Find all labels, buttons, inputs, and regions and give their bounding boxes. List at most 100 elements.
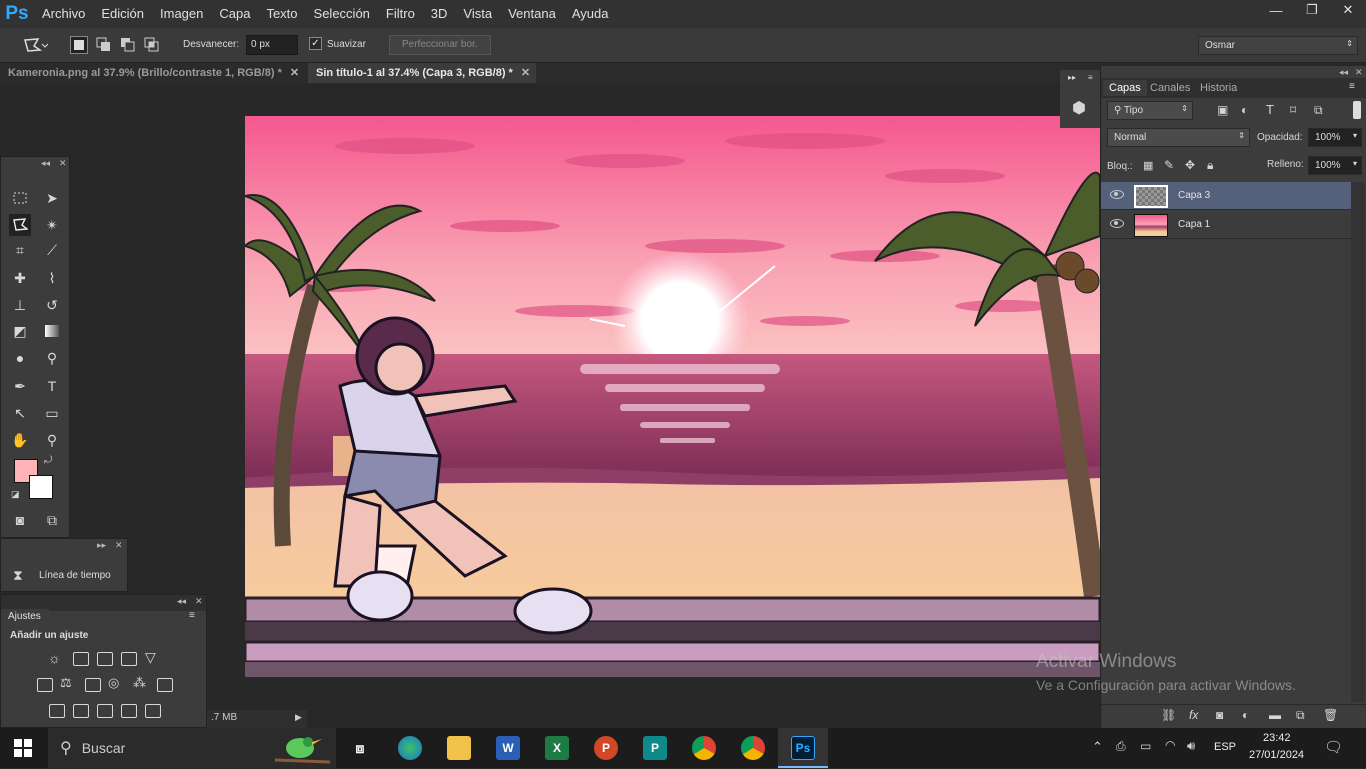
new-layer-icon[interactable]: ⧉ xyxy=(1296,708,1305,723)
minimize-button[interactable]: — xyxy=(1258,0,1294,20)
collapse-icon[interactable]: ◂◂ xyxy=(177,596,186,607)
maximize-button[interactable]: ❐ xyxy=(1294,0,1330,20)
new-group-icon[interactable]: ▬ xyxy=(1269,708,1281,722)
brightness-icon[interactable]: ☼ xyxy=(48,650,61,666)
layers-scrollbar[interactable] xyxy=(1351,182,1365,702)
menu-capa[interactable]: Capa xyxy=(211,0,258,28)
status-arrow-icon[interactable]: ▶ xyxy=(295,712,302,723)
color-balance-icon[interactable]: ⚖ xyxy=(60,675,72,691)
expand-icon[interactable]: ▸▸ xyxy=(1068,73,1076,82)
layer-filter-dropdown[interactable]: ⚲ Tipo ⇕ xyxy=(1107,101,1193,120)
brush-tool-icon[interactable]: ⌇ xyxy=(41,267,63,289)
delete-layer-icon[interactable]: 🗑︎ xyxy=(1323,708,1338,722)
menu-filtro[interactable]: Filtro xyxy=(378,0,423,28)
channel-mixer-icon[interactable]: ⁂ xyxy=(133,675,146,691)
close-icon[interactable]: ✕ xyxy=(59,158,67,169)
close-icon[interactable]: ✕ xyxy=(1355,67,1363,78)
hue-saturation-icon[interactable] xyxy=(37,678,53,692)
adjustment-filter-icon[interactable]: ◐ xyxy=(1241,103,1248,117)
exposure-icon[interactable] xyxy=(121,652,137,666)
swap-colors-icon[interactable]: ⤾ xyxy=(44,455,52,466)
visibility-eye-icon[interactable] xyxy=(1110,190,1124,199)
selective-color-icon[interactable] xyxy=(121,704,137,718)
shape-filter-icon[interactable]: ⌑ xyxy=(1290,103,1296,117)
meet-now-icon[interactable]: ⎙ xyxy=(1116,739,1126,754)
excel-icon[interactable]: X xyxy=(545,736,569,760)
levels-icon[interactable] xyxy=(73,652,89,666)
feather-input[interactable]: 0 px xyxy=(246,35,298,55)
smart-object-filter-icon[interactable]: ⧉ xyxy=(1314,103,1323,118)
chrome-icon[interactable] xyxy=(692,736,716,760)
word-icon[interactable]: W xyxy=(496,736,520,760)
volume-icon[interactable]: 🔊︎ xyxy=(1187,738,1195,754)
taskbar-search[interactable]: ⚲ Buscar xyxy=(48,728,336,768)
collapse-icon[interactable]: ◂◂ xyxy=(41,158,50,169)
workspace-dropdown[interactable]: Osmar ⇕ xyxy=(1198,36,1358,55)
threshold-icon[interactable] xyxy=(97,704,113,718)
tab-sin-titulo[interactable]: Sin título-1 al 37.4% (Capa 3, RGB/8) * ✕ xyxy=(308,63,536,83)
collapse-icon[interactable]: ▸▸ xyxy=(97,540,106,551)
clock-time[interactable]: 23:42 xyxy=(1263,732,1291,744)
gradient-tool-icon[interactable] xyxy=(41,320,63,342)
powerpoint-icon[interactable]: P xyxy=(594,736,618,760)
smooth-checkbox[interactable]: ✓ xyxy=(309,37,322,50)
black-white-icon[interactable] xyxy=(85,678,101,692)
layer-row-capa-3[interactable]: Capa 3 xyxy=(1101,182,1351,210)
new-selection-icon[interactable] xyxy=(70,36,88,54)
collapse-icon[interactable]: ◂◂ xyxy=(1339,67,1348,78)
healing-brush-icon[interactable]: ✚ xyxy=(9,267,31,289)
hand-tool-icon[interactable]: ✋ xyxy=(9,429,31,451)
close-icon[interactable]: ✕ xyxy=(290,67,299,79)
timeline-label[interactable]: Línea de tiempo xyxy=(39,570,111,581)
edge-icon[interactable] xyxy=(398,736,422,760)
tab-historia[interactable]: Historia xyxy=(1194,80,1243,96)
type-tool-icon[interactable]: T xyxy=(41,375,63,397)
layer-row-capa-1[interactable]: Capa 1 xyxy=(1101,211,1351,239)
close-button[interactable]: ✕ xyxy=(1330,0,1366,20)
eyedropper-icon[interactable]: ⟋ xyxy=(41,239,63,261)
refine-edge-button[interactable]: Perfeccionar bor. xyxy=(389,35,491,55)
eraser-icon[interactable]: ◩ xyxy=(9,320,31,342)
quick-mask-icon[interactable]: ◙ xyxy=(9,509,31,531)
show-hidden-icons[interactable]: ⌃ xyxy=(1092,739,1103,755)
curves-icon[interactable] xyxy=(97,652,113,666)
menu-ayuda[interactable]: Ayuda xyxy=(564,0,617,28)
task-view-icon[interactable]: ⧈ xyxy=(348,736,372,760)
lock-transparency-icon[interactable]: ▦ xyxy=(1143,159,1153,172)
pen-tool-icon[interactable]: ✒ xyxy=(9,375,31,397)
lock-position-icon[interactable]: ✥ xyxy=(1185,158,1195,172)
path-selection-icon[interactable]: ↖ xyxy=(9,402,31,424)
crop-tool-icon[interactable]: ⌗ xyxy=(9,239,31,261)
intersect-selection-icon[interactable] xyxy=(143,36,161,54)
link-layers-icon[interactable]: ⛓ xyxy=(1161,708,1176,722)
notifications-icon[interactable]: 🗨︎ xyxy=(1324,738,1343,756)
close-icon[interactable]: ✕ xyxy=(195,596,203,607)
chrome-profile-icon[interactable] xyxy=(741,736,765,760)
blend-mode-dropdown[interactable]: Normal ⇕ xyxy=(1107,128,1250,147)
tab-canales[interactable]: Canales xyxy=(1144,80,1196,96)
menu-seleccion[interactable]: Selección xyxy=(306,0,378,28)
menu-edicion[interactable]: Edición xyxy=(93,0,152,28)
menu-icon[interactable]: ≡ xyxy=(1088,73,1093,82)
windows-start-icon[interactable] xyxy=(14,739,32,757)
opacity-input[interactable]: 100% ▾ xyxy=(1308,128,1362,147)
layer-name[interactable]: Capa 1 xyxy=(1178,219,1210,230)
lock-pixels-icon[interactable]: ✎ xyxy=(1164,158,1174,172)
clock-date[interactable]: 27/01/2024 xyxy=(1249,749,1304,761)
move-tool-icon[interactable]: ➤ xyxy=(41,187,63,209)
lock-all-icon[interactable]: 🔒︎ xyxy=(1207,158,1213,173)
new-adjustment-icon[interactable]: ◐ xyxy=(1242,708,1249,722)
language-indicator[interactable]: ESP xyxy=(1214,741,1236,753)
fx-icon[interactable]: fx xyxy=(1189,708,1198,722)
blur-tool-icon[interactable]: ● xyxy=(9,347,31,369)
menu-ventana[interactable]: Ventana xyxy=(500,0,564,28)
background-color-swatch[interactable] xyxy=(29,475,53,499)
marquee-tool-icon[interactable] xyxy=(9,187,31,209)
fill-input[interactable]: 100% ▾ xyxy=(1308,156,1362,175)
file-explorer-icon[interactable] xyxy=(447,736,471,760)
invert-icon[interactable] xyxy=(49,704,65,718)
layer-name[interactable]: Capa 3 xyxy=(1178,190,1210,201)
type-filter-icon[interactable]: T xyxy=(1266,102,1274,117)
polygonal-lasso-tool-icon[interactable] xyxy=(9,214,31,236)
3d-cube-icon[interactable]: ⬢ xyxy=(1072,98,1092,118)
